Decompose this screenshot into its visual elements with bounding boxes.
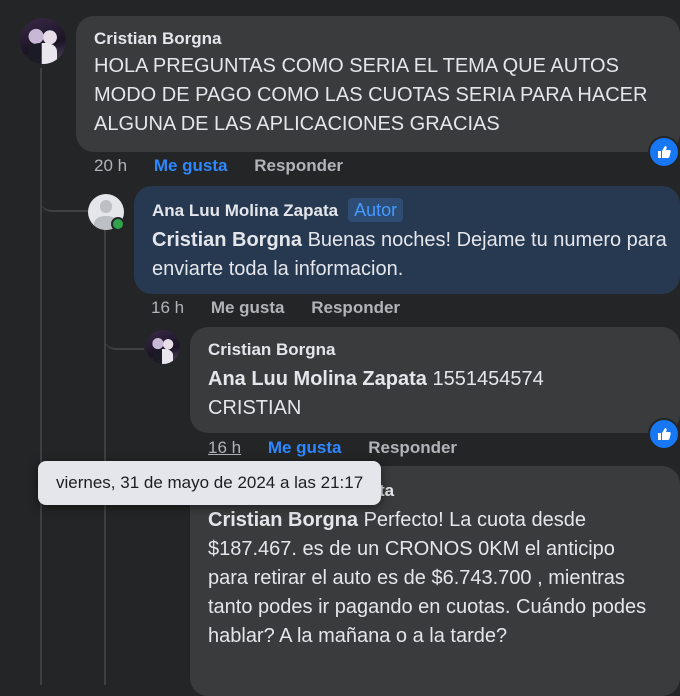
comment-text: Cristian Borgna Buenas noches! Dejame tu… (152, 229, 667, 280)
comment-actions: 16 h Me gusta Responder (208, 438, 479, 458)
thread-line (104, 230, 106, 685)
mention-link[interactable]: Ana Luu Molina Zapata (208, 368, 427, 390)
comment-bubble: Ana Luu Molina Zapata Autor Cristian Borg… (134, 186, 680, 294)
online-status-icon (111, 217, 125, 231)
reply-button[interactable]: Responder (368, 438, 457, 457)
thread-connector (104, 320, 144, 350)
mention-link[interactable]: Cristian Borgna (152, 229, 302, 251)
comment-timestamp[interactable]: 16 h (151, 298, 184, 317)
comment-author[interactable]: Ana Luu Molina Zapata (152, 201, 338, 220)
comment-text: Ana Luu Molina Zapata 1551454574 CRISTIA… (208, 368, 544, 419)
comment-author-row: Ana Luu Molina Zapata Autor (152, 198, 664, 222)
comment-bubble: Cristian Borgna HOLA PREGUNTAS COMO SERI… (76, 16, 680, 152)
mention-link[interactable]: Cristian Borgna (208, 509, 358, 531)
avatar[interactable] (146, 330, 180, 364)
thread-connector (40, 180, 90, 212)
comment-bubble: Cristian Borgna Ana Luu Molina Zapata 15… (190, 327, 680, 433)
like-reaction-icon[interactable] (648, 136, 680, 168)
avatar[interactable] (20, 18, 66, 64)
comment-text: HOLA PREGUNTAS COMO SERIA EL TEMA QUE AU… (94, 55, 648, 135)
like-button[interactable]: Me gusta (211, 298, 285, 317)
comment-timestamp[interactable]: 20 h (94, 156, 127, 175)
timestamp-tooltip: viernes, 31 de mayo de 2024 a las 21:17 (38, 461, 382, 505)
comment-text: Cristian Borgna Perfecto! La cuota desde… (208, 509, 647, 647)
comment-actions: 20 h Me gusta Responder (94, 156, 365, 176)
comment-timestamp[interactable]: 16 h (208, 438, 241, 457)
comment-author[interactable]: Cristian Borgna (208, 339, 664, 361)
thread-line (40, 68, 42, 685)
comment-author[interactable]: Cristian Borgna (94, 28, 664, 50)
like-button[interactable]: Me gusta (268, 438, 342, 457)
like-button[interactable]: Me gusta (154, 156, 228, 175)
reply-button[interactable]: Responder (311, 298, 400, 317)
comment-actions: 16 h Me gusta Responder (151, 298, 422, 318)
author-badge: Autor (348, 198, 404, 222)
like-reaction-icon[interactable] (648, 418, 680, 450)
reply-button[interactable]: Responder (254, 156, 343, 175)
